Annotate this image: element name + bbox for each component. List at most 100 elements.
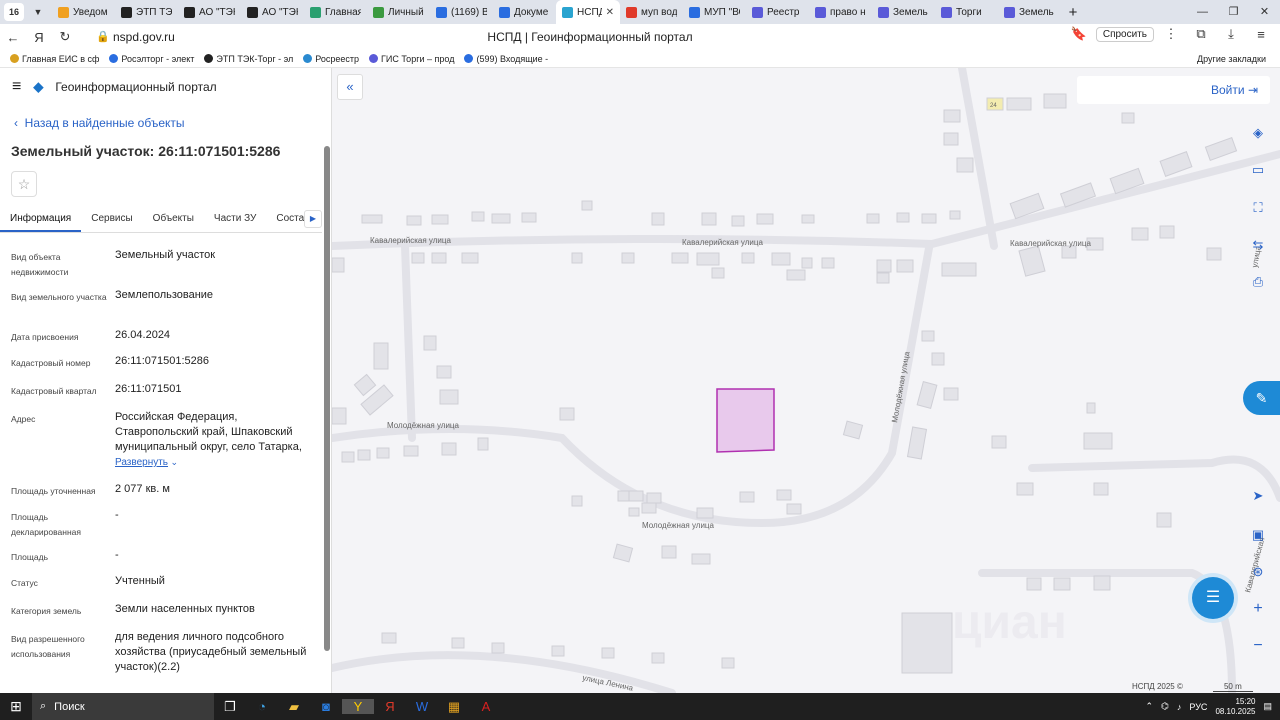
yandex-browser-icon[interactable]: Y [342, 699, 374, 714]
star-icon[interactable]: ☆ [11, 171, 37, 197]
acrobat-icon[interactable]: A [470, 699, 502, 714]
windows-start-icon[interactable]: ⊞ [0, 698, 32, 715]
volume-icon[interactable]: ♪ [1177, 702, 1182, 712]
bookmark-item[interactable]: ЭТП ТЭК-Торг - эл [204, 54, 293, 64]
downloads-icon[interactable]: ⤓ [1218, 26, 1244, 42]
panel-tab[interactable]: Объекты [143, 208, 204, 232]
notification-icon[interactable]: ▤ [1263, 701, 1272, 712]
bookmark-item[interactable]: ГИС Торги – прод [369, 54, 454, 64]
word-icon[interactable]: W [406, 699, 438, 714]
building [866, 213, 880, 224]
building [491, 642, 505, 654]
chevron-down-icon[interactable]: ▼ [28, 3, 48, 21]
geo-search-icon[interactable]: ⊛ [1246, 560, 1270, 584]
browser-tab[interactable]: Докуме [493, 0, 556, 24]
task-view-icon[interactable]: ❐ [214, 699, 246, 715]
yandex-icon[interactable]: Я [26, 30, 52, 45]
edge-icon[interactable]: ◔ [246, 699, 278, 714]
tab-count[interactable]: 16 [4, 3, 24, 21]
print-icon[interactable]: ⎙ [1246, 270, 1270, 294]
building [571, 495, 583, 507]
chat-icon[interactable]: ☰ [1192, 577, 1234, 619]
browser-tab[interactable]: Личный [367, 0, 430, 24]
browser-tab[interactable]: АО "ТЭК [241, 0, 304, 24]
building [461, 252, 479, 264]
other-bookmarks[interactable]: Другие закладки [1197, 54, 1266, 64]
browser-tab[interactable]: (1169) В [430, 0, 493, 24]
panel-tab[interactable]: Сервисы [81, 208, 142, 232]
chevron-right-icon[interactable]: ▶ [304, 210, 322, 228]
feedback-icon[interactable]: ✎ [1243, 381, 1280, 415]
yandex-icon[interactable]: Я [374, 699, 406, 714]
layers-icon[interactable]: ◈ [1246, 121, 1270, 145]
building [949, 210, 961, 220]
browser-tab[interactable]: Земель [998, 0, 1061, 24]
browser-tab[interactable]: МУП "ВС [683, 0, 746, 24]
language-indicator[interactable]: РУС [1189, 702, 1207, 712]
browser-tab[interactable]: Торги [935, 0, 998, 24]
attribute-label: Адрес [11, 414, 36, 424]
chevron-down-icon[interactable]: ⌄ [168, 457, 179, 467]
back-arrow-icon[interactable]: ← [0, 30, 26, 45]
bookmark-icon[interactable]: 🔖 [1066, 26, 1092, 42]
more-icon[interactable]: ⋮ [1158, 26, 1184, 42]
app-icon[interactable]: ▦ [438, 699, 470, 715]
browser-tab[interactable]: ЭТП ТЭК [115, 0, 178, 24]
land-parcel[interactable] [716, 388, 775, 453]
bookmark-item[interactable]: Главная ЕИС в сф [10, 54, 99, 64]
browser-tab[interactable]: НСПД ✕ [556, 0, 620, 24]
close-icon[interactable]: ✕ [1249, 0, 1280, 24]
new-tab-button[interactable]: + [1061, 4, 1085, 21]
panel-scrollbar[interactable] [324, 146, 330, 651]
ask-button[interactable]: Спросить [1095, 26, 1154, 42]
restore-icon[interactable]: ❐ [1218, 0, 1249, 24]
minimize-icon[interactable]: — [1187, 0, 1218, 24]
browser-tab[interactable]: муп вод [620, 0, 683, 24]
panel-tab[interactable]: Части ЗУ [204, 208, 266, 232]
building [906, 426, 928, 460]
browser-tab[interactable]: право н [809, 0, 872, 24]
extensions-icon[interactable]: ⧉ [1188, 26, 1214, 42]
login-button[interactable]: Войти ⇥ [1077, 76, 1270, 104]
building [381, 632, 397, 644]
menu-icon[interactable]: ≡ [1248, 27, 1274, 42]
reload-icon[interactable]: ↻ [52, 29, 78, 45]
minimap-icon[interactable]: ▣ [1246, 523, 1270, 547]
attribute-value: Земли населенных пунктов [115, 603, 255, 615]
taskbar-search[interactable]: ⌕ Поиск [32, 693, 214, 720]
bookmark-item[interactable]: (599) Входящие - [464, 54, 548, 64]
ruler-icon[interactable]: ▭ [1246, 158, 1270, 182]
zoom-out-icon[interactable]: − [1246, 634, 1270, 658]
panel-tab[interactable]: Информация [0, 208, 82, 232]
browser-tab[interactable]: АО "ТЭК [178, 0, 241, 24]
outlook-icon[interactable]: ◙ [310, 699, 342, 714]
tab-favicon-icon [815, 6, 826, 18]
address-bar[interactable]: nspd.gov.ru [113, 30, 175, 44]
share-icon[interactable]: ⇆ [1246, 233, 1270, 257]
browser-tab[interactable]: Земель [872, 0, 935, 24]
network-icon[interactable]: ⌬ [1161, 701, 1169, 712]
locate-icon[interactable]: ➤ [1246, 484, 1270, 508]
building [439, 389, 459, 405]
collapse-panel-button[interactable]: « [337, 74, 363, 100]
browser-tab[interactable]: Уведом [52, 0, 115, 24]
zoom-in-icon[interactable]: + [1246, 597, 1270, 621]
tab-close-icon[interactable]: ✕ [606, 7, 614, 18]
bookmark-item[interactable]: Росэлторг - элект [109, 54, 194, 64]
back-link[interactable]: ‹ Назад в найденные объекты [14, 116, 185, 130]
browser-tab[interactable]: Главная [304, 0, 367, 24]
expand-address-link[interactable]: Развернуть [115, 457, 168, 468]
clock[interactable]: 15:20 08.10.2025 [1215, 697, 1255, 717]
lock-icon[interactable]: 🔒 [96, 30, 110, 43]
building [731, 215, 745, 227]
select-area-icon[interactable]: ⛶ [1246, 196, 1270, 220]
bookmark-item[interactable]: Росреестр [303, 54, 359, 64]
file-explorer-icon[interactable]: ▰ [278, 699, 310, 715]
tray-chevron-icon[interactable]: ⌃ [1146, 701, 1154, 712]
hamburger-icon[interactable]: ≡ [12, 78, 21, 96]
bookmark-label: ГИС Торги – прод [381, 53, 455, 64]
map-canvas[interactable]: Кавалерийская улица Кавалерийская улица … [332, 68, 1280, 693]
street-east-upper [1028, 455, 1280, 502]
portal-title[interactable]: Геоинформационный портал [55, 80, 216, 94]
browser-tab[interactable]: Реестр [746, 0, 809, 24]
